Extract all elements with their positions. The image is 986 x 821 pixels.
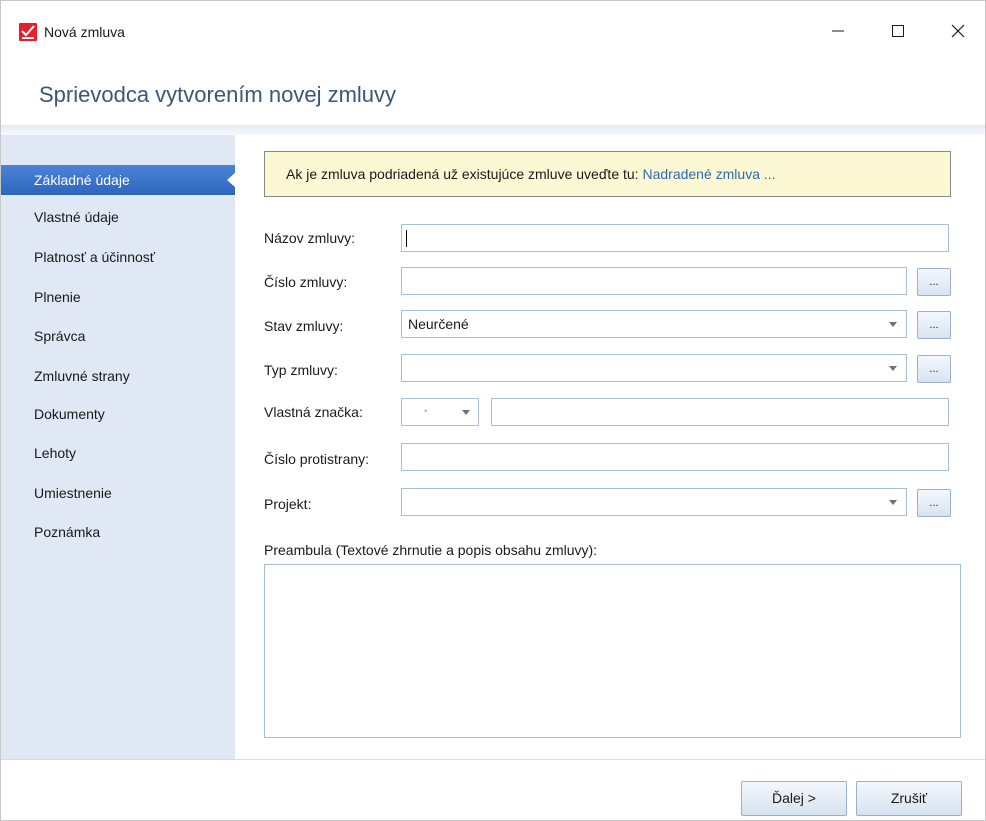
contract-status-label: Stav zmluvy: — [264, 318, 344, 334]
step-label: Poznámka — [34, 524, 101, 540]
close-icon — [951, 24, 965, 38]
wizard-step-list: Základné údaje Vlastné údaje Platnosť a … — [1, 135, 236, 759]
active-step-indicator — [227, 172, 236, 188]
minimize-button[interactable] — [815, 11, 861, 51]
cancel-button[interactable]: Zrušiť — [856, 781, 962, 816]
step-label: Platnosť a účinnosť — [34, 249, 156, 265]
checkmark-envelope-icon — [19, 23, 37, 41]
custom-mark-input[interactable] — [491, 398, 949, 426]
footer-divider — [1, 759, 985, 760]
contract-status-browse-button[interactable]: ... — [917, 311, 951, 339]
custom-mark-label: Vlastná značka: — [264, 404, 363, 420]
preamble-label: Preambula (Textové zhrnutie a popis obsa… — [264, 542, 598, 558]
close-button[interactable] — [935, 11, 981, 51]
step-plnenie[interactable]: Plnenie — [1, 282, 235, 312]
contract-type-browse-button[interactable]: ... — [917, 355, 951, 383]
project-browse-button[interactable]: ... — [917, 489, 951, 517]
project-label: Projekt: — [264, 496, 312, 512]
maximize-button[interactable] — [875, 11, 921, 51]
title-bar: Nová zmluva — [1, 1, 985, 65]
counterparty-number-input[interactable] — [401, 443, 949, 471]
header-divider — [1, 125, 985, 135]
custom-mark-select[interactable]: ▪ — [401, 398, 479, 426]
contract-name-input[interactable] — [401, 224, 949, 252]
parent-contract-link[interactable]: Nadradené zmluva ... — [642, 166, 775, 182]
wizard-title: Sprievodca vytvorením novej zmluvy — [39, 82, 397, 107]
step-umiestnenie[interactable]: Umiestnenie — [1, 478, 235, 508]
step-label: Vlastné údaje — [34, 209, 119, 225]
chevron-down-icon — [889, 322, 897, 327]
step-spravca[interactable]: Správca — [1, 321, 235, 351]
step-label: Lehoty — [34, 445, 77, 461]
chevron-down-icon — [462, 410, 470, 415]
maximize-icon — [892, 25, 904, 37]
step-lehoty[interactable]: Lehoty — [1, 438, 235, 468]
parent-contract-notice: Ak je zmluva podriadená už existujúce zm… — [264, 151, 951, 197]
preamble-textarea[interactable] — [264, 564, 961, 738]
window-title: Nová zmluva — [44, 24, 125, 40]
empty-swatch-icon: ▪ — [424, 406, 428, 417]
contract-number-browse-button[interactable]: ... — [917, 268, 951, 296]
chevron-down-icon — [889, 366, 897, 371]
contract-type-label: Typ zmluvy: — [264, 362, 338, 378]
step-label: Správca — [34, 328, 86, 344]
contract-status-select[interactable]: Neurčené — [401, 310, 907, 338]
contract-type-select[interactable] — [401, 354, 907, 382]
step-dokumenty[interactable]: Dokumenty — [1, 399, 235, 429]
notice-text: Ak je zmluva podriadená už existujúce zm… — [286, 166, 639, 182]
contract-status-value: Neurčené — [408, 316, 469, 332]
step-poznamka[interactable]: Poznámka — [1, 517, 235, 547]
contract-number-input[interactable] — [401, 267, 907, 295]
next-button[interactable]: Ďalej > — [741, 781, 847, 816]
project-select[interactable] — [401, 488, 907, 516]
step-zmluvne-strany[interactable]: Zmluvné strany — [1, 361, 235, 391]
step-label: Základné údaje — [34, 172, 130, 188]
dialog-window: Nová zmluva Sprievodca vytvorením novej … — [0, 0, 986, 821]
chevron-down-icon — [889, 500, 897, 505]
text-cursor — [406, 230, 407, 247]
step-platnost-ucinnost[interactable]: Platnosť a účinnosť — [1, 242, 235, 272]
step-vlastne-udaje[interactable]: Vlastné údaje — [1, 202, 235, 232]
step-label: Dokumenty — [34, 406, 105, 422]
contract-number-label: Číslo zmluvy: — [264, 274, 348, 290]
step-label: Plnenie — [34, 289, 81, 305]
contract-name-label: Názov zmluvy: — [264, 230, 356, 246]
counterparty-number-label: Číslo protistrany: — [264, 451, 370, 467]
step-label: Zmluvné strany — [34, 368, 130, 384]
step-zakladne-udaje[interactable]: Základné údaje — [1, 165, 236, 195]
step-label: Umiestnenie — [34, 485, 112, 501]
minimize-icon — [832, 30, 844, 32]
